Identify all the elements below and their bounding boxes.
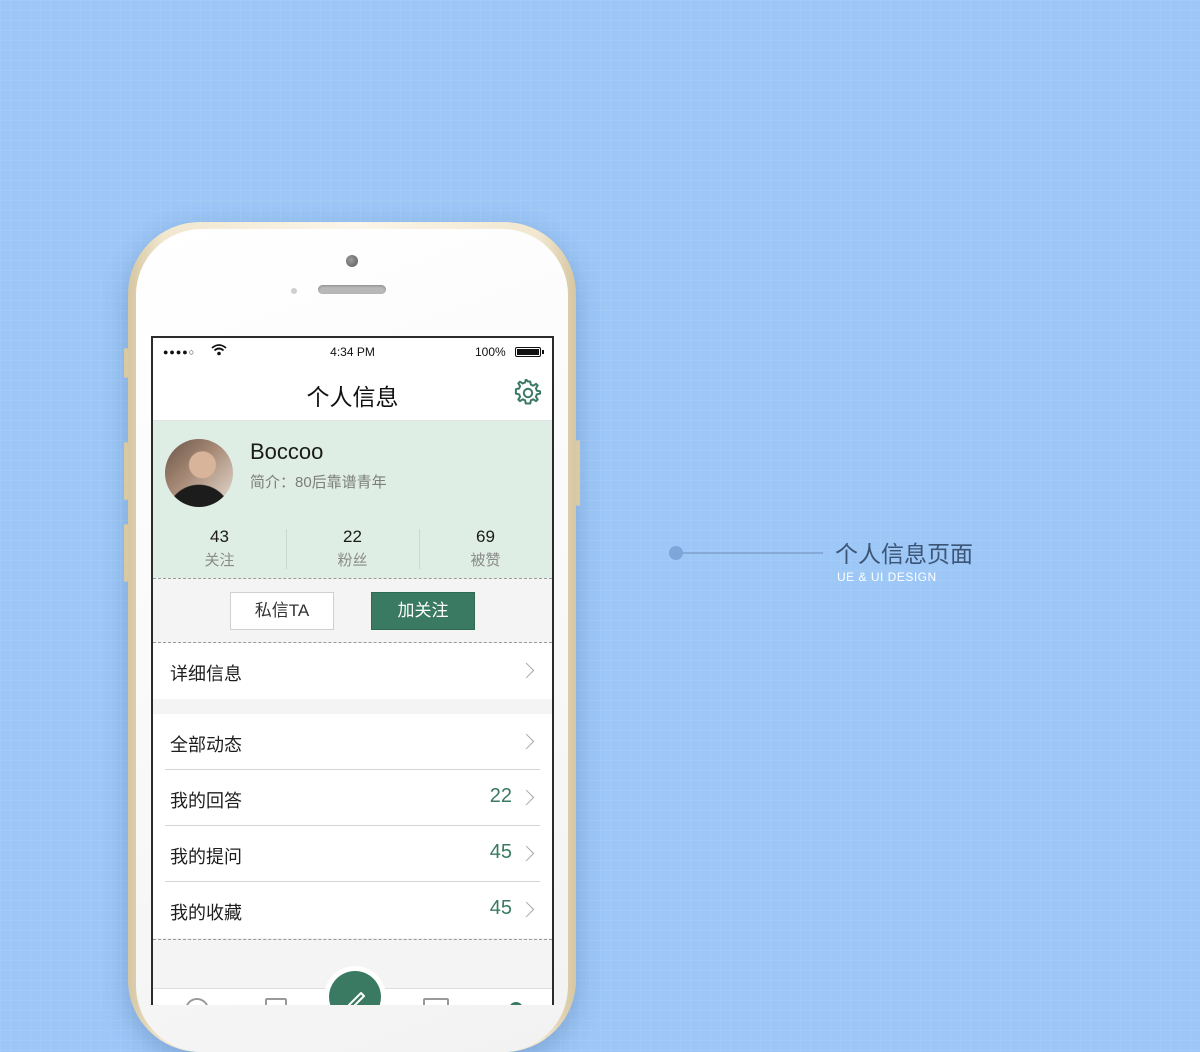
list-item-activity[interactable]: 全部动态 [153, 714, 552, 770]
profile-card: Boccoo 简介：80后靠谱青年 43 关注 22 粉丝 69 被赞 [153, 421, 552, 578]
stat-value: 22 [343, 527, 362, 546]
chevron-right-icon [518, 901, 535, 918]
row-label: 详细信息 [170, 664, 242, 684]
chevron-right-icon [518, 733, 535, 750]
avatar[interactable] [165, 439, 233, 507]
nav-bar: 个人信息 [153, 366, 552, 421]
dashed-divider [153, 939, 552, 940]
phone-screen: ●●●●○ 4:34 PM 100% 个人信息 Boccoo 简介：80后靠谱青… [151, 336, 554, 1005]
volume-down-button [124, 524, 128, 582]
tab-list-icon[interactable] [265, 998, 287, 1005]
callout-line [683, 552, 823, 554]
list-item-answers[interactable]: 我的回答 22 [153, 770, 552, 826]
gear-icon[interactable] [514, 379, 542, 407]
callout-title: 个人信息页面 [835, 541, 973, 567]
row-label: 我的提问 [170, 847, 242, 867]
stat-likes[interactable]: 69 被赞 [419, 527, 552, 571]
chevron-right-icon [518, 845, 535, 862]
chevron-right-icon [518, 789, 535, 806]
callout-dot [669, 546, 683, 560]
row-label: 全部动态 [170, 735, 242, 755]
stat-value: 69 [476, 527, 495, 546]
row-count: 45 [489, 841, 512, 863]
message-button[interactable]: 私信TA [230, 592, 334, 630]
details-row[interactable]: 详细信息 [153, 643, 552, 699]
chevron-right-icon [518, 662, 535, 679]
compose-button-fill [329, 971, 381, 1005]
row-count: 45 [489, 897, 512, 919]
earpiece-speaker [318, 285, 386, 294]
front-camera [346, 255, 358, 267]
stats-row: 43 关注 22 粉丝 69 被赞 [153, 527, 552, 571]
pencil-icon [347, 992, 365, 1005]
battery-percent: 100% [475, 345, 506, 359]
mute-switch [124, 348, 128, 378]
user-bio: 简介：80后靠谱青年 [250, 474, 387, 491]
status-bar: ●●●●○ 4:34 PM 100% [153, 338, 552, 366]
list-item-questions[interactable]: 我的提问 45 [153, 826, 552, 882]
follow-button[interactable]: 加关注 [371, 592, 475, 630]
row-label: 我的收藏 [170, 903, 242, 923]
tab-message-icon[interactable] [423, 998, 449, 1005]
stat-value: 43 [210, 527, 229, 546]
stat-label: 被赞 [470, 552, 501, 569]
proximity-sensor [291, 288, 297, 294]
dashed-divider [153, 578, 552, 579]
username: Boccoo [250, 439, 324, 464]
stat-following[interactable]: 43 关注 [153, 527, 286, 571]
power-button [576, 440, 580, 506]
list-item-favorites[interactable]: 我的收藏 45 [153, 882, 552, 938]
stat-followers[interactable]: 22 粉丝 [286, 527, 419, 571]
battery-icon [515, 347, 544, 357]
callout-subtitle: UE & UI DESIGN [837, 570, 937, 584]
page-title: 个人信息 [306, 384, 399, 410]
volume-up-button [124, 442, 128, 500]
row-count: 22 [489, 785, 512, 807]
compose-button[interactable] [324, 966, 386, 1005]
stat-label: 粉丝 [337, 552, 368, 569]
stat-label: 关注 [204, 552, 235, 569]
row-label: 我的回答 [170, 791, 242, 811]
